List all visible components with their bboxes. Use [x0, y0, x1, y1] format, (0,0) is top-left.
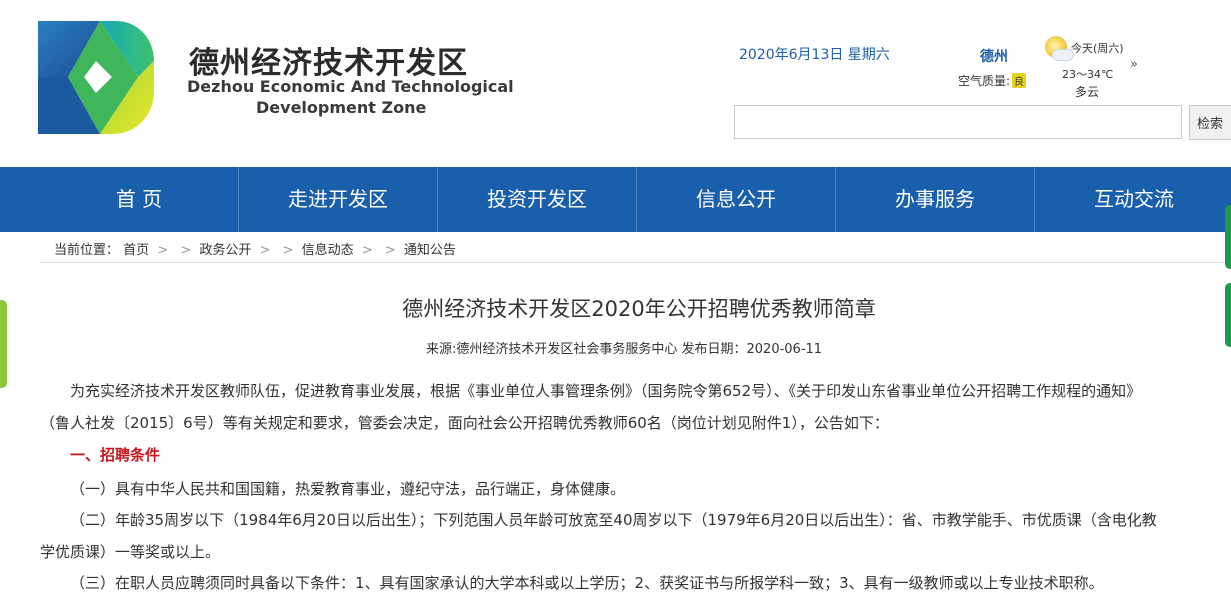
site-header: 德州经济技术开发区 Dezhou Economic And Technologi… [0, 0, 1231, 167]
breadcrumb-item-notice[interactable]: 通知公告 [404, 243, 456, 258]
article-paragraph: （二）年龄35周岁以下（1984年6月20日以后出生）；下列范围人员年龄可放宽至… [70, 511, 1157, 529]
weather-temperature: 23～34℃ [1062, 68, 1114, 81]
nav-item-invest[interactable]: 投资开发区 [438, 167, 636, 232]
search-input[interactable] [734, 105, 1182, 139]
breadcrumb: 当前位置： 首页 > > 政务公开 > > 信息动态 > > 通知公告 [54, 239, 456, 258]
breadcrumb-arrow: > [282, 243, 294, 258]
air-quality: 空气质量: 良 [958, 72, 1027, 89]
breadcrumb-arrow: > [361, 243, 373, 258]
breadcrumb-item-news[interactable]: 信息动态 [302, 243, 354, 258]
weather-description: 多云 [1075, 85, 1100, 99]
nav-item-services[interactable]: 办事服务 [836, 167, 1034, 232]
article-paragraph: （三）在职人员应聘须同时具备以下条件：1、具有国家承认的大学本科或以上学历；2、… [70, 574, 1104, 592]
breadcrumb-item-home[interactable]: 首页 [123, 243, 149, 258]
breadcrumb-item-gov[interactable]: 政务公开 [199, 243, 251, 258]
site-name-en-line2: Development Zone [256, 98, 427, 117]
nav-item-home[interactable]: 首 页 [40, 167, 238, 232]
logo-icon[interactable] [38, 21, 154, 134]
section-heading: 一、招聘条件 [70, 446, 161, 464]
article-meta: 来源:德州经济技术开发区社会事务服务中心 发布日期：2020-06-11 [426, 342, 823, 357]
air-quality-label: 空气质量: [958, 74, 1011, 88]
article-title: 德州经济技术开发区2020年公开招聘优秀教师简章 [402, 297, 876, 321]
article-paragraph: 为充实经济技术开发区教师队伍，促进教育事业发展，根据《事业单位人事管理条例》（国… [70, 382, 1142, 400]
left-float-tab[interactable] [0, 300, 7, 388]
weather-city: 德州 [980, 49, 1008, 65]
current-date: 2020年6月13日 星期六 [739, 47, 890, 63]
article-paragraph: （鲁人社发〔2015〕6号）等有关规定和要求，管委会决定，面向社会公开招聘优秀教… [40, 414, 889, 432]
nav-item-about[interactable]: 走进开发区 [239, 167, 437, 232]
nav-item-info[interactable]: 信息公开 [637, 167, 835, 232]
main-nav: 首 页 走进开发区 投资开发区 信息公开 办事服务 互动交流 [0, 167, 1231, 232]
breadcrumb-arrow: > [180, 243, 192, 258]
weather-more-icon[interactable]: » [1130, 57, 1138, 72]
site-name-cn[interactable]: 德州经济技术开发区 [189, 38, 468, 82]
site-name-en-line1: Dezhou Economic And Technological [187, 77, 514, 96]
article-paragraph: 学优质课）一等奖或以上。 [40, 543, 221, 561]
nav-item-interaction[interactable]: 互动交流 [1035, 167, 1231, 232]
breadcrumb-divider [40, 262, 1231, 263]
search-button[interactable]: 检索 [1189, 105, 1231, 140]
breadcrumb-arrow: > [157, 243, 169, 258]
breadcrumb-arrow: > [259, 243, 271, 258]
weather-today: 今天(周六) [1071, 42, 1124, 55]
breadcrumb-prefix: 当前位置： [54, 243, 120, 258]
article-paragraph: （一）具有中华人民共和国国籍，热爱教育事业，遵纪守法，品行端正，身体健康。 [70, 480, 626, 498]
right-float-tab[interactable] [1225, 205, 1231, 269]
air-quality-badge: 良 [1012, 73, 1027, 88]
breadcrumb-arrow: > [384, 243, 396, 258]
right-float-tab[interactable] [1225, 283, 1231, 347]
